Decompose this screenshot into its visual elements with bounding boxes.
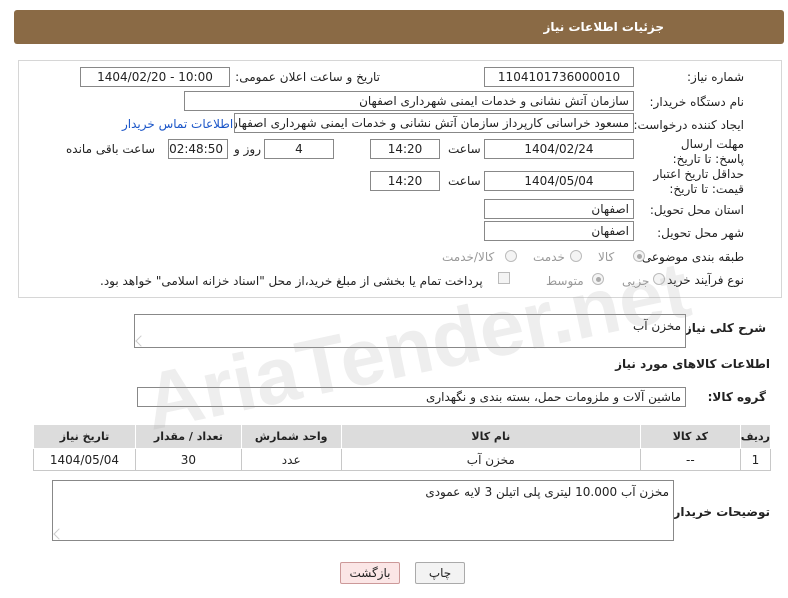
creator-label: ایجاد کننده درخواست: <box>633 118 744 132</box>
col-row: ردیف <box>739 424 772 449</box>
city-field[interactable]: اصفهان <box>484 221 634 241</box>
col-unit: واحد شمارش <box>240 424 342 449</box>
province-field[interactable]: اصفهان <box>484 199 634 219</box>
creator-field[interactable]: مسعود خراسانی کارپرداز سازمان آتش نشانی … <box>234 113 634 133</box>
buyer-notes-text: مخزن آب 10.000 لیتری پلی اتیلن 3 لایه عم… <box>425 485 669 499</box>
category-radio-service[interactable] <box>570 250 582 262</box>
deadline-date-field[interactable]: 1404/02/24 <box>484 139 634 159</box>
cell-qty: 30 <box>134 448 242 471</box>
buyer-contact-link[interactable]: اطلاعات تماس خریدار <box>122 117 233 131</box>
deadline-time-field[interactable]: 14:20 <box>370 139 440 159</box>
deadline-time-label: ساعت <box>448 142 481 156</box>
resize-handle-icon[interactable] <box>53 528 65 540</box>
table-row[interactable]: 1 -- مخزن آب عدد 30 1404/05/04 <box>33 448 772 471</box>
buyer-notes-textarea[interactable]: مخزن آب 10.000 لیتری پلی اتیلن 3 لایه عم… <box>52 480 674 541</box>
cell-name: مخزن آب <box>340 448 641 471</box>
days-label: روز و <box>234 142 261 156</box>
cell-unit: عدد <box>240 448 342 471</box>
buyer-org-field[interactable]: سازمان آتش نشانی و خدمات ایمنی شهرداری ا… <box>184 91 634 111</box>
goods-table: ردیف کد کالا نام کالا واحد شمارش تعداد /… <box>33 424 772 471</box>
treasury-payment-note: پرداخت تمام یا بخشی از مبلغ خرید،از محل … <box>100 274 483 288</box>
need-number-field[interactable]: 1104101736000010 <box>484 67 634 87</box>
province-label: استان محل تحویل: <box>649 203 744 217</box>
remaining-label: ساعت باقی مانده <box>66 142 156 156</box>
goods-group-label: گروه کالا: <box>707 390 766 404</box>
resize-handle-icon[interactable] <box>135 335 147 347</box>
back-button[interactable]: بازگشت <box>340 562 400 584</box>
print-button[interactable]: چاپ <box>415 562 465 584</box>
cell-code: -- <box>639 448 741 471</box>
validity-date-field[interactable]: 1404/05/04 <box>484 171 634 191</box>
goods-section-title: اطلاعات کالاهای مورد نیاز <box>615 357 770 371</box>
validity-time-label: ساعت <box>448 174 481 188</box>
buyer-notes-label: توضیحات خریدار: <box>668 505 770 519</box>
announce-field[interactable]: 1404/02/20 - 10:00 <box>80 67 230 87</box>
announce-label: تاریخ و ساعت اعلان عمومی: <box>235 70 380 84</box>
remaining-time-field[interactable]: 02:48:50 <box>168 139 228 159</box>
days-field[interactable]: 4 <box>264 139 334 159</box>
page-header: جزئیات اطلاعات نیاز <box>14 10 784 44</box>
cell-row: 1 <box>739 448 772 471</box>
deadline-label: مهلت ارسال پاسخ: تا تاریخ: <box>672 137 744 166</box>
buyer-org-label: نام دستگاه خریدار: <box>649 95 745 109</box>
city-label: شهر محل تحویل: <box>657 226 744 240</box>
col-name: نام کالا <box>340 424 641 449</box>
category-option-both: کالا/خدمت <box>442 250 495 264</box>
cell-date: 1404/05/04 <box>33 448 136 471</box>
category-radio-both[interactable] <box>505 250 517 262</box>
need-number-label: شماره نیاز: <box>687 70 744 84</box>
col-code: کد کالا <box>639 424 741 449</box>
goods-table-header: ردیف کد کالا نام کالا واحد شمارش تعداد /… <box>33 424 772 449</box>
validity-time-field[interactable]: 14:20 <box>370 171 440 191</box>
validity-label: حداقل تاریخ اعتبار قیمت: تا تاریخ: <box>653 167 744 196</box>
col-date: تاریخ نیاز <box>33 424 136 449</box>
page-title: جزئیات اطلاعات نیاز <box>543 20 664 34</box>
category-option-service: خدمت <box>533 250 565 264</box>
